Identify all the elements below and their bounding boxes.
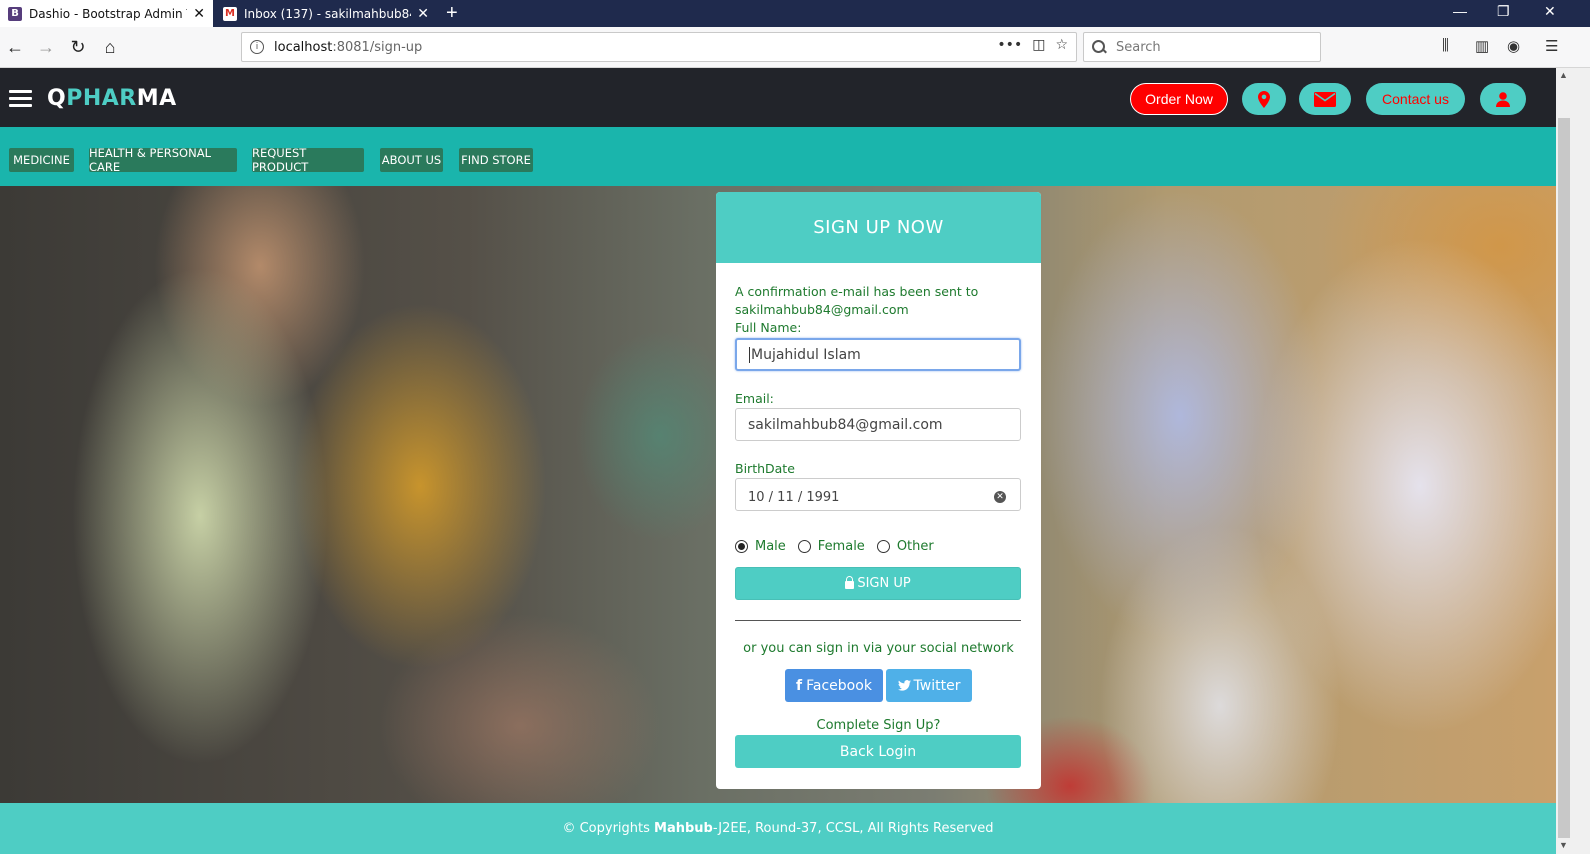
sidebar-icon[interactable]: ▥: [1475, 37, 1489, 55]
browser-tab-dashio[interactable]: B Dashio - Bootstrap Admin Tem ✕: [0, 0, 213, 27]
divider: [735, 620, 1021, 621]
user-icon: [1496, 91, 1510, 107]
gender-female-label[interactable]: Female: [818, 539, 865, 554]
birthdate-input[interactable]: 10 / 11 / 1991 ✕: [735, 478, 1021, 511]
menu-item-request-product[interactable]: REQUEST PRODUCT: [252, 146, 364, 174]
signup-button[interactable]: SIGN UP: [735, 567, 1021, 600]
gmail-favicon-icon: M: [223, 6, 237, 21]
signup-title: SIGN UP NOW: [716, 192, 1041, 263]
close-tab-icon[interactable]: ✕: [417, 6, 429, 22]
search-icon: [1092, 40, 1106, 54]
account-icon[interactable]: ◉: [1507, 37, 1520, 55]
bootstrap-favicon-icon: B: [8, 6, 22, 21]
lock-icon: [845, 576, 855, 589]
twitter-label: Twitter: [913, 677, 961, 694]
social-signin-text: or you can sign in via your social netwo…: [743, 641, 1014, 656]
facebook-icon: f: [796, 677, 803, 694]
tab-title: Dashio - Bootstrap Admin Tem: [29, 6, 187, 21]
close-window-icon[interactable]: ✕: [1544, 3, 1556, 20]
gender-radio-group: Male Female Other: [735, 539, 946, 554]
fullname-value: Mujahidul Islam: [751, 346, 861, 363]
birthdate-label: BirthDate: [735, 461, 795, 476]
restore-icon[interactable]: ❐: [1497, 3, 1510, 20]
tab-title: Inbox (137) - sakilmahbub84@...: [244, 6, 411, 21]
footer-suffix: -J2EE, Round-37, CCSL, All Rights Reserv…: [712, 821, 994, 836]
search-placeholder: Search: [1116, 39, 1161, 55]
category-menu: MEDICINE HEALTH & PERSONAL CARE REQUEST …: [0, 127, 1556, 186]
menu-icon[interactable]: ☰: [1545, 37, 1558, 55]
gender-female-radio[interactable]: [797, 540, 811, 553]
map-pin-icon: [1258, 90, 1270, 108]
signup-card: SIGN UP NOW A confirmation e-mail has be…: [716, 192, 1041, 789]
close-tab-icon[interactable]: ✕: [193, 6, 205, 22]
back-icon[interactable]: ←: [3, 35, 27, 59]
confirmation-message: A confirmation e-mail has been sent to s…: [735, 283, 1025, 319]
scrollbar-thumb[interactable]: [1558, 118, 1570, 838]
text-caret: [749, 346, 750, 363]
confirmation-line-1: A confirmation e-mail has been sent to: [735, 284, 979, 299]
browser-tab-inbox[interactable]: M Inbox (137) - sakilmahbub84@... ✕: [215, 0, 437, 27]
minimize-icon[interactable]: —: [1453, 3, 1467, 19]
url-host: localhost: [274, 39, 333, 55]
gender-male-label[interactable]: Male: [755, 539, 786, 554]
hamburger-menu-icon[interactable]: [9, 90, 32, 108]
confirmation-email: sakilmahbub84@gmail.com: [735, 302, 909, 317]
logo-part-ma: MA: [136, 86, 177, 111]
fullname-input[interactable]: Mujahidul Islam: [735, 338, 1021, 371]
facebook-label: Facebook: [806, 677, 872, 694]
fullname-label: Full Name:: [735, 320, 802, 335]
order-now-button[interactable]: Order Now: [1130, 83, 1228, 115]
bookmark-star-icon[interactable]: ☆: [1055, 37, 1068, 53]
browser-search-field[interactable]: Search: [1083, 32, 1321, 62]
email-input[interactable]: sakilmahbub84@gmail.com: [735, 408, 1021, 441]
menu-item-medicine[interactable]: MEDICINE: [9, 148, 74, 172]
home-icon[interactable]: ⌂: [98, 35, 122, 59]
location-button[interactable]: [1242, 83, 1286, 115]
footer-prefix: © Copyrights: [562, 821, 655, 836]
site-logo[interactable]: QPHARMA: [47, 86, 177, 111]
scroll-up-icon[interactable]: ▲: [1559, 70, 1568, 80]
page-scrollbar[interactable]: ▲ ▼: [1556, 68, 1590, 854]
gender-male-radio[interactable]: [735, 540, 748, 553]
back-login-button[interactable]: Back Login: [735, 735, 1021, 768]
footer-author: Mahbub: [654, 821, 713, 836]
logo-part-q: Q: [47, 86, 67, 111]
site-header: QPHARMA Order Now Contact us: [0, 68, 1556, 127]
gender-other-radio[interactable]: [876, 540, 890, 553]
new-tab-icon[interactable]: +: [446, 2, 458, 24]
scroll-down-icon[interactable]: ▼: [1559, 840, 1568, 850]
email-label: Email:: [735, 391, 774, 406]
logo-part-phar: PHAR: [66, 86, 137, 111]
clear-date-icon[interactable]: ✕: [994, 491, 1006, 503]
twitter-icon: [897, 680, 911, 691]
site-info-icon[interactable]: i: [250, 40, 264, 54]
menu-item-about-us[interactable]: ABOUT US: [380, 148, 443, 172]
contact-us-button[interactable]: Contact us: [1366, 83, 1465, 115]
menu-item-health-personal-care[interactable]: HEALTH & PERSONAL CARE: [89, 146, 237, 174]
library-icon[interactable]: ⫼: [1442, 37, 1449, 54]
forward-icon[interactable]: →: [34, 35, 58, 59]
facebook-button[interactable]: f Facebook: [785, 669, 883, 702]
envelope-icon: [1314, 91, 1336, 107]
browser-nav-bar: ← → ↻ ⌂ i localhost:8081/sign-up ••• ◫ ☆…: [0, 27, 1590, 68]
user-account-button[interactable]: [1480, 83, 1526, 115]
birthdate-value: 10 / 11 / 1991: [748, 490, 840, 505]
url-path: :8081/sign-up: [332, 39, 423, 55]
email-button[interactable]: [1299, 83, 1351, 115]
page-actions-icon[interactable]: •••: [997, 37, 1022, 53]
email-value: sakilmahbub84@gmail.com: [748, 416, 943, 433]
reload-icon[interactable]: ↻: [66, 35, 90, 59]
browser-tab-bar: B Dashio - Bootstrap Admin Tem ✕ M Inbox…: [0, 0, 1590, 27]
complete-signup-text: Complete Sign Up?: [816, 718, 941, 733]
menu-item-find-store[interactable]: FIND STORE: [459, 148, 533, 172]
signup-button-label: SIGN UP: [857, 576, 911, 591]
pocket-icon[interactable]: ◫: [1032, 37, 1045, 53]
gender-other-label[interactable]: Other: [897, 539, 934, 554]
twitter-button[interactable]: Twitter: [886, 669, 972, 702]
page-viewport: QPHARMA Order Now Contact us MEDICINE HE…: [0, 68, 1556, 854]
url-bar[interactable]: i localhost:8081/sign-up ••• ◫ ☆: [241, 32, 1077, 62]
site-footer: © Copyrights Mahbub -J2EE, Round-37, CCSL…: [0, 803, 1556, 854]
